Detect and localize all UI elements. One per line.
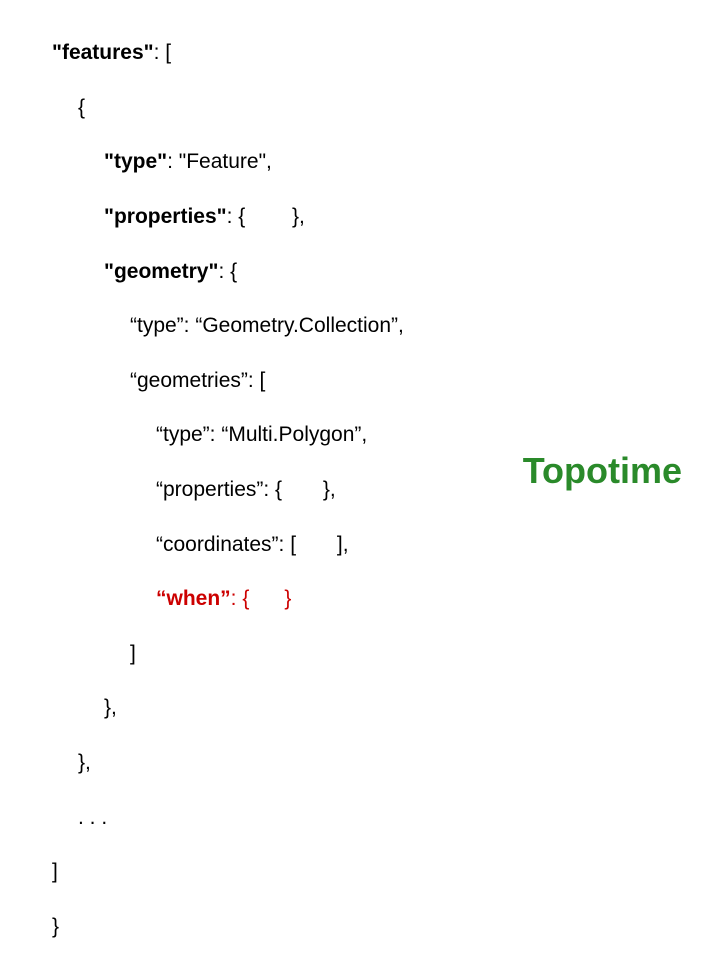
key-features: "features" (52, 41, 154, 64)
code-line: “geometries”: [ (52, 367, 404, 394)
code-text: : "Feature", (167, 150, 272, 173)
code-line: { (52, 94, 404, 121)
code-line: "geometry": { (52, 258, 404, 285)
code-text: : { } (231, 587, 292, 610)
code-line: "type": "Feature", (52, 148, 404, 175)
code-text: : { }, (227, 205, 305, 228)
code-line: “properties”: { }, (52, 476, 404, 503)
code-line: “type”: “Multi.Polygon”, (52, 421, 404, 448)
code-line: “coordinates”: [ ], (52, 531, 404, 558)
code-line-highlighted: “when”: { } (52, 585, 404, 612)
key-when: “when” (156, 587, 231, 610)
code-line: } (52, 913, 404, 940)
code-line: "features": [ (52, 39, 404, 66)
code-line: ] (52, 640, 404, 667)
code-snippet: "features": [ { "type": "Feature", "prop… (52, 12, 404, 967)
code-text: : { (218, 260, 237, 283)
code-text: : [ (154, 41, 172, 64)
key-type: "type" (104, 150, 167, 173)
code-line: }, (52, 694, 404, 721)
code-line: "properties": { }, (52, 203, 404, 230)
code-line: “type”: “Geometry.Collection”, (52, 312, 404, 339)
key-geometry: "geometry" (104, 260, 218, 283)
code-line: }, (52, 749, 404, 776)
code-line: . . . (52, 804, 404, 831)
topotime-logo: Topotime (523, 450, 682, 492)
code-line: ] (52, 858, 404, 885)
key-properties: "properties" (104, 205, 227, 228)
